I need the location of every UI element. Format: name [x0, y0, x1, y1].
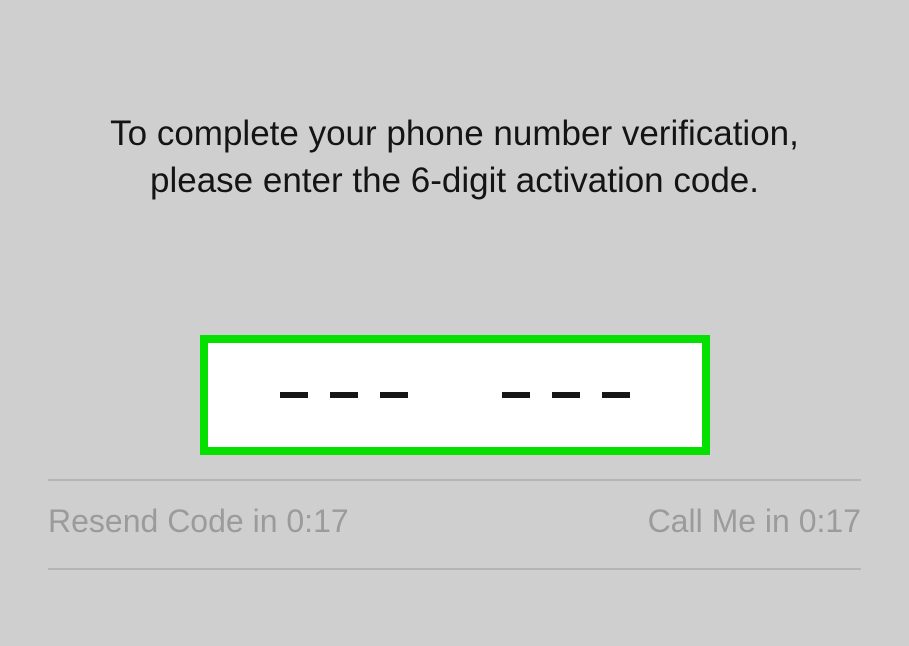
digit-slot-2[interactable] — [330, 392, 358, 398]
resend-code-button[interactable]: Resend Code in 0:17 — [48, 503, 349, 540]
call-me-button[interactable]: Call Me in 0:17 — [648, 503, 861, 540]
verification-instruction: To complete your phone number verificati… — [0, 110, 909, 205]
divider-top — [48, 479, 861, 481]
instruction-line-1: To complete your phone number verificati… — [40, 110, 869, 157]
activation-code-input[interactable] — [200, 335, 710, 455]
instruction-line-2: please enter the 6-digit activation code… — [40, 157, 869, 204]
digit-slot-1[interactable] — [280, 392, 308, 398]
digit-slot-4[interactable] — [502, 392, 530, 398]
digit-slot-5[interactable] — [552, 392, 580, 398]
divider-bottom — [48, 568, 861, 570]
digit-slot-3[interactable] — [380, 392, 408, 398]
digit-slot-6[interactable] — [602, 392, 630, 398]
